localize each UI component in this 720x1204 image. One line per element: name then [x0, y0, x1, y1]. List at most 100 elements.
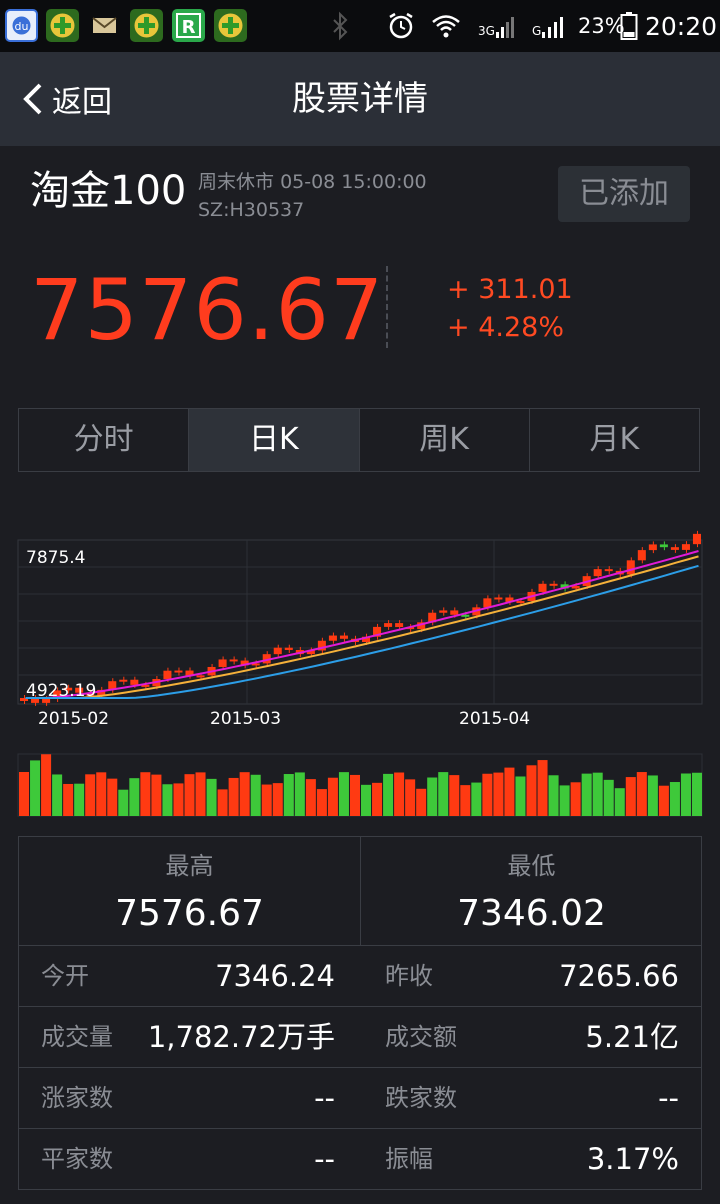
volume-bar [239, 772, 250, 816]
wifi-icon [430, 0, 462, 52]
candle [229, 659, 238, 662]
tab-intraday[interactable]: 分时 [19, 409, 190, 471]
volume-bar [361, 784, 372, 816]
stats-row: 平家数 -- 振幅 3.17% [19, 1128, 701, 1190]
chart-tabs: 分时 日K 周K 月K [18, 408, 700, 472]
turnover-label: 成交额 [385, 1023, 457, 1051]
volume-bar [96, 772, 107, 816]
advancers-label: 涨家数 [41, 1084, 113, 1112]
tab-daily-k[interactable]: 日K [189, 409, 360, 471]
price-change: + 311.01 [447, 274, 573, 305]
signal-g-icon: G [532, 0, 567, 52]
volume-bar [372, 782, 383, 816]
volume-bar [140, 772, 151, 816]
y-tick-label: 4923.19 [26, 681, 96, 701]
candle [163, 670, 172, 679]
volume-bar [636, 772, 647, 816]
candle [119, 679, 128, 682]
candle [681, 544, 690, 550]
divider [386, 266, 388, 348]
unchanged-label: 平家数 [41, 1145, 113, 1173]
volume-bar [416, 788, 427, 816]
decliners-label: 跌家数 [385, 1084, 457, 1112]
tab-monthly-k[interactable]: 月K [530, 409, 699, 471]
network-type-label: G [532, 24, 542, 38]
candle [339, 635, 348, 639]
volume-bar [471, 782, 482, 816]
volume-bar [272, 783, 283, 816]
candle [395, 623, 404, 628]
volume-bar [482, 773, 493, 816]
low-cell: 最低 7346.02 [361, 837, 702, 945]
volume-bar [493, 772, 504, 816]
page-title: 股票详情 [292, 79, 428, 119]
candle [494, 597, 503, 600]
y-tick-label: 7875.4 [26, 548, 85, 568]
amplitude-value: 3.17% [586, 1142, 679, 1176]
chart-frame [17, 539, 703, 705]
volume-bar [614, 788, 625, 816]
current-price: 7576.67 [30, 261, 385, 359]
added-button[interactable]: 已添加 [558, 166, 690, 222]
volume-bar [515, 776, 526, 816]
tab-weekly-k[interactable]: 周K [360, 409, 530, 471]
candle [626, 560, 635, 575]
volume-bar [294, 772, 305, 816]
volume-bar [184, 774, 195, 816]
volume-bar [206, 778, 217, 816]
turnover-value: 5.21亿 [585, 1020, 679, 1054]
x-tick-label: 2015-02 [38, 709, 109, 729]
candle [659, 544, 668, 548]
advancers-value: -- [314, 1081, 335, 1115]
candle [549, 583, 558, 586]
decliners-value: -- [658, 1081, 679, 1115]
clock-time: 20:20 [645, 11, 718, 41]
candle [196, 675, 205, 678]
volume-bar [338, 772, 349, 816]
unchanged-value: -- [314, 1142, 335, 1176]
volume-bar [195, 772, 206, 816]
status-bar: du R 3G G 23% 20:20 [0, 0, 720, 52]
volume-bar [41, 754, 52, 816]
candle [384, 623, 393, 627]
volume-bar [680, 773, 691, 816]
volume-bar [581, 773, 592, 816]
alarm-icon [386, 0, 416, 52]
candle [483, 598, 492, 608]
volume-bar [118, 789, 129, 816]
stats-row: 成交量 1,782.72万手 成交额 5.21亿 [19, 1006, 701, 1068]
prev-close-label: 昨收 [385, 962, 433, 990]
volume-bar [107, 778, 118, 816]
candle [439, 610, 448, 613]
volume-bar [449, 775, 460, 816]
mail-icon [88, 9, 121, 42]
k-line-chart[interactable]: 7875.4 4923.19 2015-02 2015-03 2015-04 [0, 530, 720, 830]
stock-meta: 周末休市 05-08 15:00:00 SZ:H30537 [198, 168, 427, 224]
battery-icon [620, 0, 638, 52]
volume-bar [261, 784, 272, 816]
high-label: 最高 [165, 852, 214, 880]
volume-bar [658, 785, 669, 816]
candle [593, 569, 602, 577]
r-app-icon: R [172, 9, 205, 42]
market-status: 周末休市 [198, 171, 275, 193]
volume-bar [349, 774, 360, 816]
volume-bar [537, 760, 548, 816]
nav-bar: 返回 股票详情 [0, 52, 720, 146]
volume-bar [283, 774, 294, 816]
volume-bar [30, 760, 41, 816]
signal-3g-icon: 3G [478, 0, 517, 52]
volume-bar [327, 777, 338, 816]
stats-row: 今开 7346.24 昨收 7265.66 [19, 945, 701, 1007]
candle [174, 670, 183, 673]
high-cell: 最高 7576.67 [19, 837, 360, 945]
volume-bar [526, 765, 537, 816]
volume-bar [74, 783, 85, 816]
volume-bar [625, 777, 636, 816]
volume-bar [570, 782, 581, 816]
candle [538, 583, 547, 592]
high-value: 7576.67 [115, 893, 264, 934]
volume-bar [151, 774, 162, 816]
volume-bar [19, 772, 30, 816]
candle [604, 569, 613, 572]
